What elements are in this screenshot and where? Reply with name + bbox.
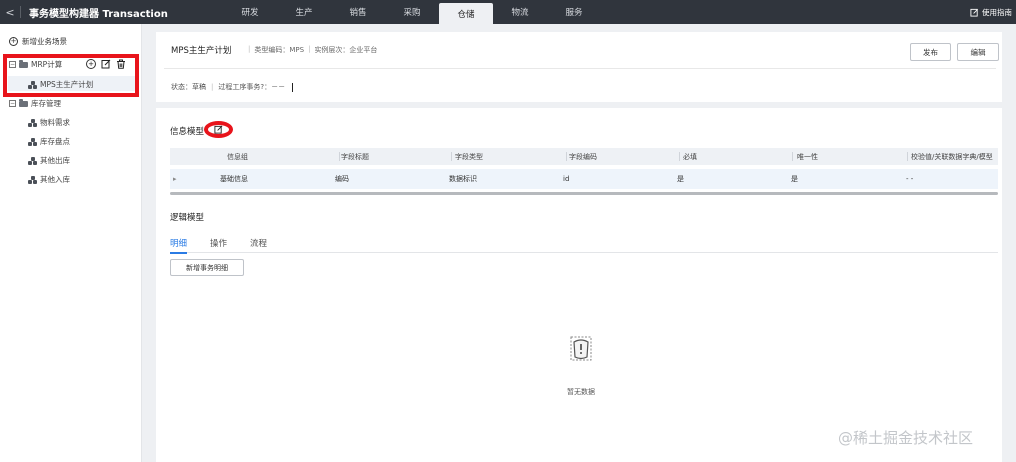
tree-item-label: 物料需求 bbox=[40, 118, 70, 127]
status-text: 状态：草稿 bbox=[171, 83, 206, 91]
tab-operation[interactable]: 操作 bbox=[210, 237, 227, 253]
cell-field-title: 编码 bbox=[335, 175, 349, 183]
tab-detail[interactable]: 明细 bbox=[170, 237, 188, 254]
watermark: @稀土掘金技术社区 bbox=[838, 429, 974, 447]
type-code: 类型编码：MPS bbox=[254, 46, 305, 54]
page-title: MPS主生产计划 bbox=[171, 46, 232, 56]
back-icon[interactable]: < bbox=[0, 6, 20, 19]
empty-state-text: 暂无数据 bbox=[567, 388, 595, 396]
domain-tabs: 研发 生产 销售 采购 仓储 物流 服务 bbox=[223, 0, 601, 24]
edit-icon[interactable] bbox=[214, 125, 223, 134]
status-divider: | bbox=[211, 83, 214, 91]
model-meta: | 类型编码：MPS | 实例层次：企业平台 bbox=[248, 45, 377, 55]
collapse-icon[interactable]: − bbox=[9, 100, 16, 107]
tree-item-other-outbound[interactable]: 其他出库 bbox=[28, 155, 70, 166]
tab-production[interactable]: 生产 bbox=[277, 0, 331, 24]
col-sep bbox=[679, 152, 680, 161]
instance-level: 实例层次：企业平台 bbox=[314, 46, 378, 54]
tree-item-label: 其他入库 bbox=[40, 175, 70, 184]
col-sep bbox=[339, 152, 340, 161]
table-scrollbar[interactable] bbox=[170, 192, 998, 195]
tree-item-label: 库存盘点 bbox=[40, 137, 70, 146]
app-title: 事务模型构建器 Transaction bbox=[29, 8, 168, 20]
divider bbox=[164, 68, 996, 69]
info-table-header: 信息组 字段标题 字段类型 字段编码 必填 唯一性 校验值/关联数据字典/模型 bbox=[170, 148, 998, 165]
sidebar: + 新增业务场景 − MRP计算 + MPS主生产计划 − 库存管理 物料需求 … bbox=[0, 24, 142, 462]
edit-button[interactable]: 编辑 bbox=[957, 43, 999, 61]
help-label: 使用指南 bbox=[982, 7, 1012, 17]
model-content-card: 信息模型 信息组 字段标题 字段类型 字段编码 必填 唯一性 校验值/关联数据字… bbox=[156, 108, 1002, 462]
title-divider bbox=[20, 6, 21, 18]
meta-divider: | bbox=[248, 45, 251, 53]
tree-group-label: 库存管理 bbox=[31, 99, 61, 108]
status-line: 状态：草稿 | 过程工序事务?：－－ bbox=[171, 82, 294, 92]
add-scene-label: 新增业务场景 bbox=[22, 37, 67, 46]
expand-row-icon[interactable]: ▸ bbox=[173, 175, 177, 183]
tree-item-label: 其他出库 bbox=[40, 156, 70, 165]
cell-unique: 是 bbox=[791, 175, 798, 183]
info-model-edit-highlight bbox=[204, 121, 233, 138]
model-node-icon bbox=[28, 175, 37, 184]
col-unique: 唯一性 bbox=[797, 152, 818, 161]
col-field-code: 字段编码 bbox=[569, 152, 597, 161]
col-field-title: 字段标题 bbox=[341, 152, 369, 161]
tab-process[interactable]: 流程 bbox=[250, 237, 267, 253]
folder-icon bbox=[19, 98, 28, 107]
tab-warehouse[interactable]: 仓储 bbox=[439, 3, 493, 24]
table-row[interactable]: ▸ 基础信息 编码 数据标识 id 是 是 - - bbox=[170, 169, 998, 189]
meta-divider: | bbox=[308, 45, 311, 53]
cell-info-group: 基础信息 bbox=[220, 175, 248, 183]
col-sep bbox=[792, 152, 793, 161]
add-scene-button[interactable]: + 新增业务场景 bbox=[9, 36, 67, 47]
tree-group-inventory[interactable]: − 库存管理 bbox=[9, 98, 61, 109]
col-validation: 校验值/关联数据字典/模型 bbox=[911, 152, 993, 161]
model-header-card: MPS主生产计划 | 类型编码：MPS | 实例层次：企业平台 发布 编辑 状态… bbox=[156, 32, 1002, 102]
logic-model-tabs: 明细 操作 流程 bbox=[170, 237, 998, 254]
tree-item-stocktake[interactable]: 库存盘点 bbox=[28, 136, 70, 147]
col-info-group: 信息组 bbox=[227, 152, 248, 161]
info-model-title: 信息模型 bbox=[170, 127, 205, 137]
logic-model-title: 逻辑模型 bbox=[170, 213, 205, 223]
col-required: 必填 bbox=[683, 152, 697, 161]
tab-purchase[interactable]: 采购 bbox=[385, 0, 439, 24]
add-detail-button[interactable]: 新增事务明细 bbox=[170, 259, 244, 276]
col-sep bbox=[566, 152, 567, 161]
col-sep bbox=[907, 152, 908, 161]
text-cursor bbox=[292, 82, 294, 92]
publish-button[interactable]: 发布 bbox=[910, 43, 951, 61]
tab-rd[interactable]: 研发 bbox=[223, 0, 277, 24]
cell-field-type: 数据标识 bbox=[449, 175, 477, 183]
tab-sales[interactable]: 销售 bbox=[331, 0, 385, 24]
tab-logistics[interactable]: 物流 bbox=[493, 0, 547, 24]
model-node-icon bbox=[28, 118, 37, 127]
help-link[interactable]: 使用指南 bbox=[970, 0, 1012, 24]
tree-item-material-demand[interactable]: 物料需求 bbox=[28, 117, 70, 128]
cell-validation: - - bbox=[906, 175, 914, 183]
col-sep bbox=[451, 152, 452, 161]
plus-circle-icon: + bbox=[9, 37, 18, 46]
highlight-box bbox=[3, 54, 139, 97]
tree-item-other-inbound[interactable]: 其他入库 bbox=[28, 174, 70, 185]
top-bar: < 事务模型构建器 Transaction 研发 生产 销售 采购 仓储 物流 … bbox=[0, 0, 1016, 24]
col-field-type: 字段类型 bbox=[455, 152, 483, 161]
model-node-icon bbox=[28, 137, 37, 146]
empty-box-icon bbox=[570, 336, 592, 361]
cell-field-code: id bbox=[563, 175, 570, 183]
model-node-icon bbox=[28, 156, 37, 165]
edit-note-icon bbox=[970, 8, 978, 17]
cell-required: 是 bbox=[677, 175, 684, 183]
tab-service[interactable]: 服务 bbox=[547, 0, 601, 24]
process-text: 过程工序事务?：－－ bbox=[218, 83, 286, 91]
